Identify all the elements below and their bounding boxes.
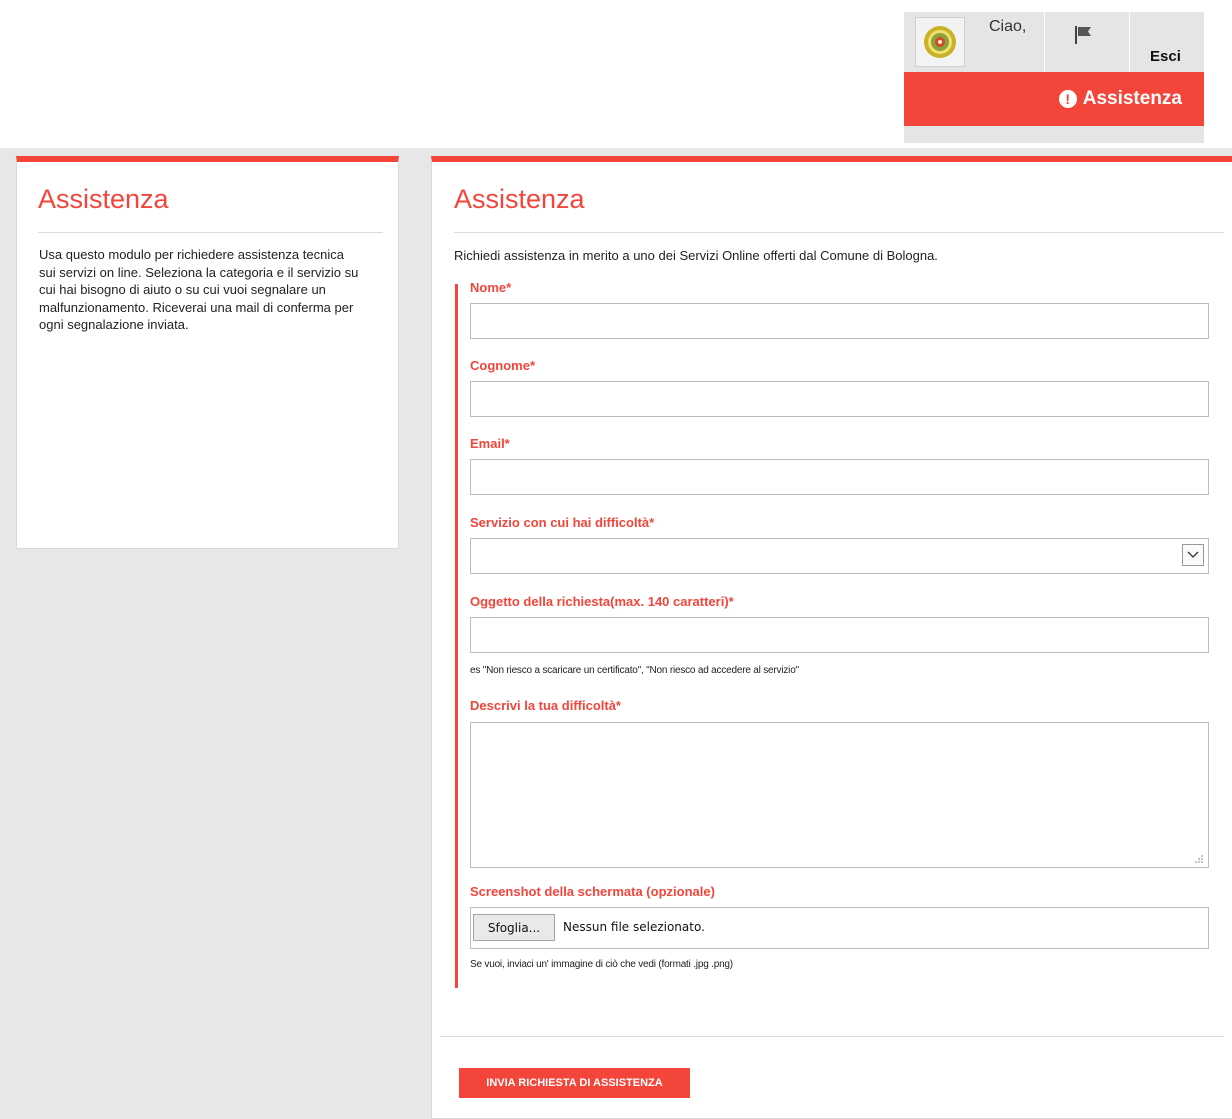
servizio-label: Servizio con cui hai difficoltà* [470, 515, 655, 530]
nome-label: Nome* [470, 280, 512, 295]
cognome-label: Cognome* [470, 358, 535, 373]
screenshot-label: Screenshot della schermata (opzionale) [470, 884, 715, 899]
divider [1044, 12, 1045, 72]
screenshot-hint: Se vuoi, inviaci un' immagine di ciò che… [470, 959, 733, 970]
sidebar-title: Assistenza [38, 184, 169, 214]
submit-button[interactable]: INVIA RICHIESTA DI ASSISTENZA [459, 1068, 690, 1098]
divider [440, 1036, 1224, 1037]
divider [1129, 12, 1130, 72]
sidebar-description: Usa questo modulo per richiedere assiste… [39, 247, 359, 333]
nome-input[interactable] [470, 303, 1209, 339]
cognome-input[interactable] [470, 381, 1209, 417]
nome-field-group: Nome* [470, 280, 1209, 339]
avatar[interactable] [915, 17, 965, 67]
page-title: Assistenza [454, 184, 585, 214]
oggetto-input[interactable] [470, 617, 1209, 653]
logout-link[interactable]: Esci [1150, 48, 1181, 65]
form-panel: Assistenza Richiedi assistenza in merito… [431, 156, 1232, 1119]
screenshot-field-group: Screenshot della schermata (opzionale) S… [470, 884, 1209, 970]
servizio-select[interactable] [470, 538, 1209, 574]
screenshot-file-input[interactable]: Sfoglia... Nessun file selezionato. [470, 907, 1209, 949]
assistance-button[interactable]: ! Assistenza [904, 72, 1204, 126]
info-panel: Assistenza Usa questo modulo per richied… [16, 156, 399, 549]
oggetto-field-group: Oggetto della richiesta(max. 140 caratte… [470, 594, 1209, 676]
alert-icon: ! [1058, 90, 1077, 108]
cognome-field-group: Cognome* [470, 358, 1209, 417]
user-bar: Ciao, Esci [904, 12, 1204, 72]
assistance-button-label: Assistenza [1082, 88, 1182, 109]
servizio-select-value[interactable] [470, 538, 1209, 574]
chevron-down-icon[interactable] [1182, 544, 1204, 566]
city-emblem-icon [924, 26, 956, 58]
descrizione-textarea[interactable] [470, 722, 1209, 868]
browse-button[interactable]: Sfoglia... [473, 914, 555, 941]
intro-text: Richiedi assistenza in merito a uno dei … [454, 248, 938, 263]
servizio-field-group: Servizio con cui hai difficoltà* [470, 515, 1209, 574]
greeting-text: Ciao, [989, 18, 1027, 35]
file-status-text: Nessun file selezionato. [563, 920, 705, 934]
oggetto-hint: es "Non riesco a scaricare un certificat… [470, 665, 799, 676]
content-area: Assistenza Usa questo modulo per richied… [0, 148, 1232, 1119]
descrizione-field-group: Descrivi la tua difficoltà* [470, 698, 1209, 868]
header-strip [904, 126, 1204, 143]
email-input[interactable] [470, 459, 1209, 495]
resize-handle-icon[interactable] [1194, 854, 1204, 864]
divider [38, 232, 383, 233]
email-label: Email* [470, 436, 510, 451]
flag-icon[interactable] [1072, 24, 1096, 50]
divider [454, 232, 1224, 233]
descrizione-label: Descrivi la tua difficoltà* [470, 698, 621, 713]
email-field-group: Email* [470, 436, 1209, 495]
oggetto-label: Oggetto della richiesta(max. 140 caratte… [470, 594, 734, 609]
form-accent-bar [455, 284, 458, 988]
